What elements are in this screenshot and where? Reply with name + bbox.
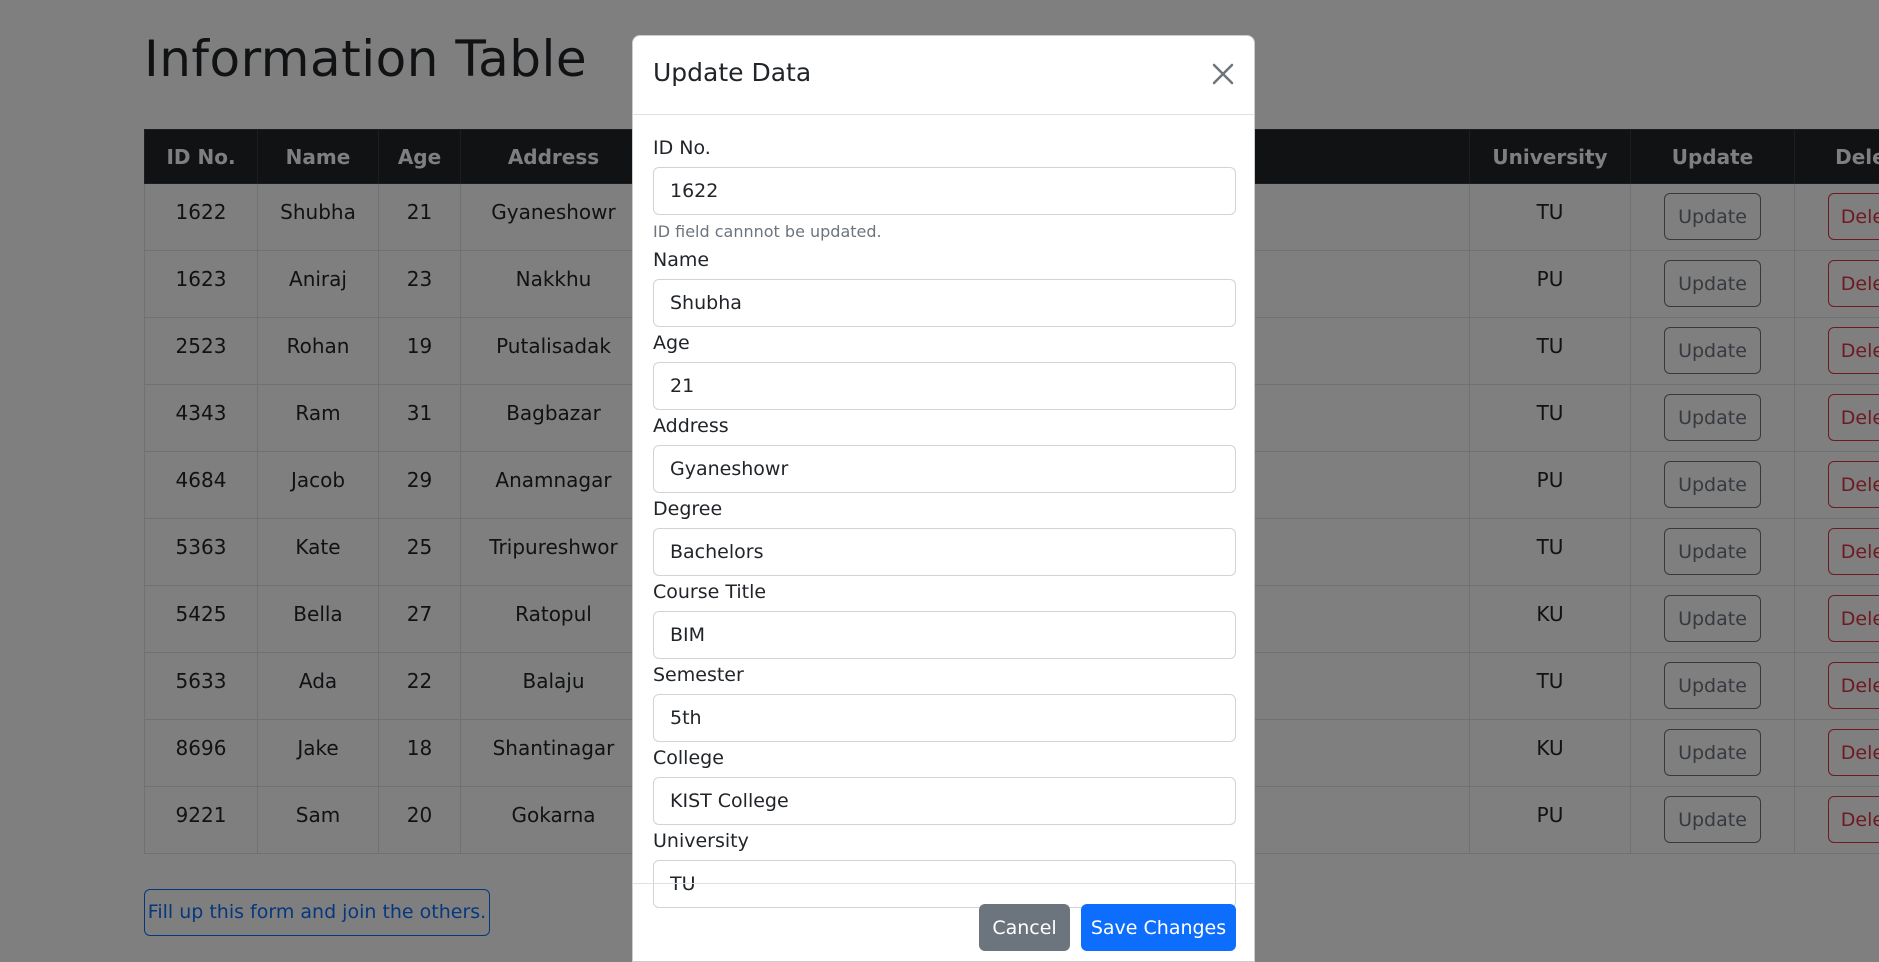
- field-name: Name: [653, 249, 1236, 327]
- course-label: Course Title: [653, 581, 767, 603]
- address-label: Address: [653, 415, 729, 437]
- close-icon[interactable]: [1208, 59, 1238, 89]
- name-label: Name: [653, 249, 710, 271]
- university-label: University: [653, 830, 749, 852]
- save-changes-button[interactable]: Save Changes: [1081, 904, 1236, 951]
- modal-header: Update Data: [633, 36, 1254, 115]
- modal-title: Update Data: [653, 58, 812, 87]
- college-label: College: [653, 747, 724, 769]
- cancel-button[interactable]: Cancel: [979, 904, 1070, 951]
- field-address: Address: [653, 415, 1236, 493]
- degree-label: Degree: [653, 498, 723, 520]
- field-id: ID No.: [653, 137, 1236, 215]
- id-help-text: ID field cannnot be updated.: [653, 222, 882, 241]
- field-college: College: [653, 747, 1236, 825]
- semester-input[interactable]: [653, 694, 1236, 742]
- modal-body: ID No. ID field cannnot be updated. Name Ag…: [653, 137, 1236, 913]
- name-input[interactable]: [653, 279, 1236, 327]
- field-course: Course Title: [653, 581, 1236, 659]
- id-input[interactable]: [653, 167, 1236, 215]
- course-input[interactable]: [653, 611, 1236, 659]
- page: Information Table ID No. Name Age Addres…: [0, 0, 1879, 962]
- update-data-modal: Update Data ID No. ID field cannnot be up…: [632, 35, 1255, 962]
- id-label: ID No.: [653, 137, 711, 159]
- degree-input[interactable]: [653, 528, 1236, 576]
- age-input[interactable]: [653, 362, 1236, 410]
- field-degree: Degree: [653, 498, 1236, 576]
- field-age: Age: [653, 332, 1236, 410]
- field-semester: Semester: [653, 664, 1236, 742]
- semester-label: Semester: [653, 664, 744, 686]
- age-label: Age: [653, 332, 690, 354]
- modal-footer: Cancel Save Changes: [633, 883, 1254, 961]
- address-input[interactable]: [653, 445, 1236, 493]
- college-input[interactable]: [653, 777, 1236, 825]
